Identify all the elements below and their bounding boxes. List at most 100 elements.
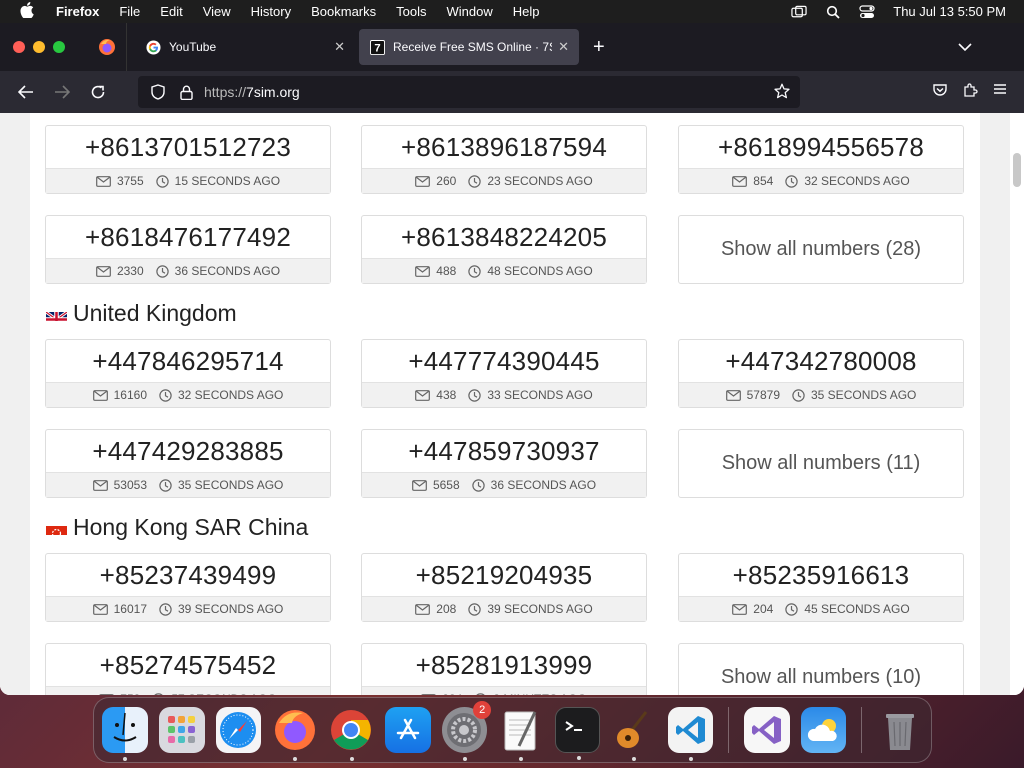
phone-number-card[interactable]: +85235916613 204 45 SECONDS AGO: [678, 553, 964, 622]
scrollbar[interactable]: [1010, 113, 1024, 695]
dock-launchpad[interactable]: [159, 707, 205, 753]
phone-number-card[interactable]: +447846295714 16160 32 SECONDS AGO: [45, 339, 331, 408]
dock-visual-studio[interactable]: [744, 707, 790, 753]
dock-terminal[interactable]: [554, 707, 601, 760]
reload-button[interactable]: [82, 76, 114, 108]
list-all-tabs-icon[interactable]: [958, 39, 972, 57]
tab-youtube[interactable]: YouTube ✕: [135, 29, 355, 65]
phone-number-card[interactable]: +85219204935 208 39 SECONDS AGO: [361, 553, 647, 622]
envelope-icon: [732, 603, 748, 615]
menu-edit[interactable]: Edit: [160, 4, 182, 19]
dock-app-store[interactable]: [385, 707, 431, 753]
close-window-button[interactable]: [13, 41, 25, 53]
dock-weather[interactable]: [800, 707, 847, 753]
envelope-icon: [96, 175, 111, 187]
phone-number[interactable]: +8613701512723: [46, 126, 330, 168]
phone-number[interactable]: +85219204935: [362, 554, 646, 596]
minimize-window-button[interactable]: [33, 41, 45, 53]
phone-number[interactable]: +447774390445: [362, 340, 646, 382]
last-received-time: 35 SECONDS AGO: [811, 388, 917, 402]
dock-vscode[interactable]: [667, 707, 714, 761]
pocket-icon[interactable]: [932, 82, 948, 103]
screen-mirroring-icon[interactable]: [791, 5, 807, 19]
hong-kong-flag-icon: [46, 526, 67, 535]
phone-number-card[interactable]: +447774390445 438 33 SECONDS AGO: [361, 339, 647, 408]
dock-textedit[interactable]: [498, 707, 544, 761]
phone-number-card[interactable]: +8618994556578 854 32 SECONDS AGO: [678, 125, 964, 194]
bookmark-star-icon[interactable]: [774, 83, 790, 102]
dock-garageband[interactable]: [611, 707, 657, 761]
close-tab-icon[interactable]: ✕: [558, 39, 569, 55]
zoom-window-button[interactable]: [53, 41, 65, 53]
menu-bookmarks[interactable]: Bookmarks: [311, 4, 376, 19]
dock-system-settings[interactable]: 2: [441, 701, 492, 761]
show-all-numbers-button[interactable]: Show all numbers (11): [678, 429, 964, 498]
menu-window[interactable]: Window: [447, 4, 493, 19]
clock-icon: [785, 602, 799, 616]
forward-button[interactable]: [46, 76, 78, 108]
menu-help[interactable]: Help: [513, 4, 540, 19]
menu-app-name[interactable]: Firefox: [56, 4, 99, 19]
phone-number[interactable]: +8618994556578: [679, 126, 963, 168]
visual-studio-icon: [752, 716, 782, 744]
tracking-protection-shield-icon[interactable]: [148, 84, 168, 100]
dock-chrome[interactable]: [329, 707, 375, 761]
phone-number-card[interactable]: +85237439499 16017 39 SECONDS AGO: [45, 553, 331, 622]
clock-icon: [471, 478, 485, 492]
phone-number[interactable]: +447342780008: [679, 340, 963, 382]
menu-history[interactable]: History: [251, 4, 291, 19]
dock-firefox[interactable]: [272, 707, 318, 761]
menubar-clock[interactable]: Thu Jul 13 5:50 PM: [893, 4, 1006, 19]
phone-number-card[interactable]: +8618476177492 2330 36 SECONDS AGO: [45, 215, 331, 284]
phone-number-card[interactable]: +8613701512723 3755 15 SECONDS AGO: [45, 125, 331, 194]
scrollbar-thumb[interactable]: [1013, 153, 1021, 187]
phone-number-card[interactable]: +447429283885 53053 35 SECONDS AGO: [45, 429, 331, 498]
new-tab-button[interactable]: +: [593, 36, 605, 59]
hamburger-menu-icon[interactable]: [992, 82, 1008, 103]
envelope-icon: [415, 603, 431, 615]
phone-number[interactable]: +85281913999: [362, 644, 646, 686]
lock-icon[interactable]: [176, 85, 196, 100]
tab-bar: YouTube ✕ 7 Receive Free SMS Online · 7S…: [0, 23, 1024, 71]
show-all-numbers-button[interactable]: Show all numbers (28): [678, 215, 964, 284]
phone-number[interactable]: +8613896187594: [362, 126, 646, 168]
last-received-time: 36 SECONDS AGO: [174, 264, 281, 278]
tab-7sim[interactable]: 7 Receive Free SMS Online · 7SIM ✕: [359, 29, 579, 65]
phone-number[interactable]: +85274575452: [46, 644, 330, 686]
phone-number[interactable]: +85235916613: [679, 554, 963, 596]
spotlight-search-icon[interactable]: [825, 5, 841, 19]
dock-finder[interactable]: [102, 707, 148, 761]
phone-number-card[interactable]: +85274575452 758 57 SECONDS AGO: [45, 643, 331, 695]
phone-number[interactable]: +447846295714: [46, 340, 330, 382]
dock-trash[interactable]: [877, 707, 923, 753]
country-heading: Hong Kong SAR China: [46, 514, 308, 541]
firefox-view-button[interactable]: [87, 23, 127, 71]
guitar-icon: [617, 711, 648, 748]
phone-number[interactable]: +85237439499: [46, 554, 330, 596]
phone-number-card[interactable]: +8613848224205 488 48 SECONDS AGO: [361, 215, 647, 284]
menu-file[interactable]: File: [119, 4, 140, 19]
menu-tools[interactable]: Tools: [396, 4, 426, 19]
phone-number-card[interactable]: +8613896187594 260 23 SECONDS AGO: [361, 125, 647, 194]
menu-view[interactable]: View: [203, 4, 231, 19]
phone-number-card[interactable]: +447342780008 57879 35 SECONDS AGO: [678, 339, 964, 408]
apple-menu-icon[interactable]: [20, 1, 40, 22]
phone-number[interactable]: +447429283885: [46, 430, 330, 472]
show-all-numbers-button[interactable]: Show all numbers (10): [678, 643, 964, 695]
phone-number[interactable]: +8618476177492: [46, 216, 330, 258]
uk-flag-icon: [46, 310, 67, 321]
phone-number-card[interactable]: +85281913999 234 3 MINUTES AGO: [361, 643, 647, 695]
extensions-icon[interactable]: [962, 82, 978, 103]
phone-number[interactable]: +447859730937: [362, 430, 646, 472]
clock-icon: [468, 174, 482, 188]
back-button[interactable]: [10, 76, 42, 108]
close-tab-icon[interactable]: ✕: [334, 39, 345, 55]
phone-number-card[interactable]: +447859730937 5658 36 SECONDS AGO: [361, 429, 647, 498]
envelope-icon: [92, 389, 108, 401]
url-bar[interactable]: https://7sim.org: [138, 76, 800, 108]
phone-number[interactable]: +8613848224205: [362, 216, 646, 258]
control-center-icon[interactable]: [859, 4, 875, 19]
dock-safari[interactable]: [215, 707, 262, 753]
last-received-time: 33 SECONDS AGO: [487, 388, 593, 402]
envelope-icon: [415, 603, 431, 615]
